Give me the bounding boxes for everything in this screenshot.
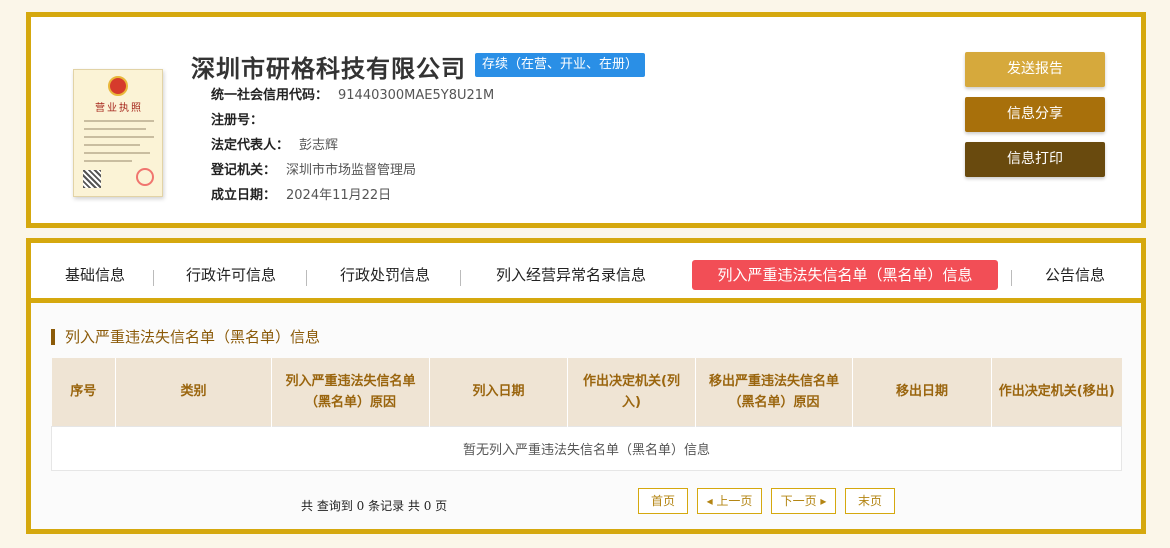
license-text-line	[84, 136, 154, 138]
col-header-listing-authority: 作出决定机关(列入)	[567, 358, 696, 426]
col-header-removal-reason: 移出严重违法失信名单（黑名单）原因	[695, 358, 853, 426]
license-text-line	[84, 128, 146, 130]
tab-administrative-penalty[interactable]: 行政处罚信息	[333, 260, 437, 290]
next-page-button[interactable]: 下一页 ▸	[771, 488, 836, 514]
tab-separator	[1011, 270, 1012, 286]
col-header-removal-authority: 作出决定机关(移出)	[991, 358, 1122, 426]
tab-administrative-license[interactable]: 行政许可信息	[179, 260, 283, 290]
col-header-listing-reason: 列入严重违法失信名单（黑名单）原因	[271, 358, 430, 426]
company-card: 营业执照 深圳市研格科技有限公司 存续（在营、开业、在册） 统一社会信用代码： 9…	[26, 12, 1146, 228]
tab-serious-violation-blacklist-active[interactable]: 列入严重违法失信名单（黑名单）信息	[692, 260, 998, 290]
credit-code-row: 统一社会信用代码： 91440300MAE5Y8U21M	[211, 87, 494, 105]
tab-abnormal-operation[interactable]: 列入经营异常名录信息	[486, 260, 656, 290]
previous-page-button[interactable]: ◂ 上一页	[697, 488, 762, 514]
print-info-button[interactable]: 信息打印	[965, 142, 1105, 177]
business-license-image[interactable]: 营业执照	[73, 69, 163, 197]
last-page-button[interactable]: 末页	[845, 488, 895, 514]
blacklist-table: 序号 类别 列入严重违法失信名单（黑名单）原因 列入日期 作出决定机关(列入) …	[51, 358, 1122, 471]
registration-number-row: 注册号：	[211, 112, 273, 130]
empty-table-message: 暂无列入严重违法失信名单（黑名单）信息	[51, 425, 1122, 471]
send-report-button[interactable]: 发送报告	[965, 52, 1105, 87]
first-page-button[interactable]: 首页	[638, 488, 688, 514]
registration-authority-value: 深圳市市场监督管理局	[286, 163, 417, 178]
qr-code-icon	[83, 170, 101, 188]
license-title: 营业执照	[95, 103, 143, 114]
license-text-line	[84, 160, 132, 162]
legal-representative-row: 法定代表人： 彭志辉	[211, 137, 338, 155]
establish-date-value: 2024年11月22日	[286, 188, 392, 203]
col-header-category: 类别	[115, 358, 272, 426]
col-header-removal-date: 移出日期	[852, 358, 992, 426]
license-text-line	[84, 120, 154, 122]
legal-representative-label: 法定代表人：	[211, 138, 290, 153]
registration-authority-label: 登记机关：	[211, 163, 277, 178]
tab-separator	[460, 270, 461, 286]
tab-separator	[306, 270, 307, 286]
col-header-index: 序号	[51, 358, 116, 426]
credit-code-value: 91440300MAE5Y8U21M	[338, 88, 495, 103]
tab-separator	[153, 270, 154, 286]
official-seal-icon	[136, 168, 154, 186]
establish-date-row: 成立日期： 2024年11月22日	[211, 187, 391, 205]
national-emblem-icon	[108, 76, 128, 96]
section-title: 列入严重违法失信名单（黑名单）信息	[51, 329, 320, 345]
license-text-line	[84, 144, 140, 146]
share-info-button[interactable]: 信息分享	[965, 97, 1105, 132]
table-row: 暂无列入严重违法失信名单（黑名单）信息	[51, 425, 1122, 471]
tab-announcements[interactable]: 公告信息	[1039, 260, 1111, 290]
registration-authority-row: 登记机关： 深圳市市场监督管理局	[211, 162, 416, 180]
registration-number-label: 注册号：	[211, 113, 264, 128]
status-badge: 存续（在营、开业、在册）	[475, 53, 646, 77]
establish-date-label: 成立日期：	[211, 188, 277, 203]
tab-basic-info[interactable]: 基础信息	[57, 260, 133, 290]
table-header-row: 序号 类别 列入严重违法失信名单（黑名单）原因 列入日期 作出决定机关(列入) …	[51, 358, 1122, 426]
pagination-summary: 共 查询到 0 条记录 共 0 页	[301, 499, 448, 513]
info-panel: 基础信息 行政许可信息 行政处罚信息 列入经营异常名录信息 列入严重违法失信名单…	[26, 238, 1146, 534]
col-header-listing-date: 列入日期	[429, 358, 568, 426]
license-text-line	[84, 152, 150, 154]
company-name: 深圳市研格科技有限公司	[191, 54, 466, 83]
credit-code-label: 统一社会信用代码：	[211, 88, 329, 103]
legal-representative-value: 彭志辉	[299, 138, 339, 153]
